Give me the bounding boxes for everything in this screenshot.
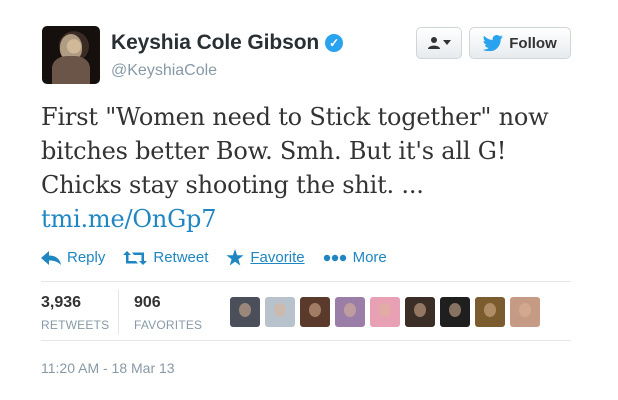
avatar-body-shape bbox=[52, 56, 90, 84]
user-icon bbox=[428, 37, 440, 49]
retweet-label: Retweet bbox=[153, 249, 209, 266]
chevron-down-icon bbox=[443, 40, 451, 45]
favorite-action[interactable]: Favorite bbox=[226, 249, 305, 266]
follow-button[interactable]: Follow bbox=[469, 27, 571, 59]
more-dots-icon bbox=[323, 254, 346, 261]
favorites-count: 906 bbox=[134, 294, 161, 311]
favoriter-avatar[interactable] bbox=[370, 297, 400, 327]
verified-badge-icon: ✓ bbox=[325, 34, 344, 52]
favoriter-avatar[interactable] bbox=[335, 297, 365, 327]
more-label: More bbox=[352, 249, 387, 266]
reply-action[interactable]: Reply bbox=[41, 249, 105, 266]
tweet-link[interactable]: tmi.me/OnGp7 bbox=[41, 202, 581, 236]
reply-icon bbox=[41, 250, 61, 265]
display-name[interactable]: Keyshia Cole Gibson bbox=[111, 31, 319, 55]
more-action[interactable]: More bbox=[323, 249, 387, 266]
follow-label: Follow bbox=[509, 34, 557, 52]
retweets-label: RETWEETS bbox=[41, 318, 110, 332]
profile-avatar[interactable] bbox=[42, 26, 100, 84]
tweet-text: First "Women need to Stick together" now… bbox=[41, 103, 549, 199]
name-row: Keyshia Cole Gibson ✓ bbox=[111, 31, 344, 55]
favoriter-avatar[interactable] bbox=[440, 297, 470, 327]
favoriter-avatar[interactable] bbox=[230, 297, 260, 327]
tweet-actions: Reply Retweet Favorite More bbox=[41, 249, 405, 266]
divider-top bbox=[41, 281, 571, 282]
favoriter-avatar[interactable] bbox=[405, 297, 435, 327]
twitter-bird-icon bbox=[483, 35, 504, 51]
tweet-body: First "Women need to Stick together" now… bbox=[41, 100, 581, 236]
favorites-stat[interactable]: 906 FAVORITES bbox=[134, 294, 202, 332]
favorite-label: Favorite bbox=[250, 249, 305, 266]
reply-label: Reply bbox=[67, 249, 106, 266]
favoriter-avatar[interactable] bbox=[265, 297, 295, 327]
stat-separator bbox=[118, 290, 119, 334]
retweets-stat[interactable]: 3,936 RETWEETS bbox=[41, 294, 109, 332]
favoriter-avatars bbox=[230, 297, 540, 327]
favoriter-avatar[interactable] bbox=[300, 297, 330, 327]
retweet-action[interactable]: Retweet bbox=[123, 249, 208, 266]
user-actions-dropdown[interactable] bbox=[416, 27, 462, 59]
favoriter-avatar[interactable] bbox=[510, 297, 540, 327]
retweets-count: 3,936 bbox=[41, 294, 82, 311]
tweet-timestamp[interactable]: 11:20 AM - 18 Mar 13 bbox=[41, 360, 175, 376]
divider-bottom bbox=[41, 340, 571, 341]
favorites-label: FAVORITES bbox=[134, 318, 203, 332]
star-icon bbox=[226, 249, 244, 266]
favoriter-avatar[interactable] bbox=[475, 297, 505, 327]
user-handle[interactable]: @KeyshiaCole bbox=[111, 62, 217, 80]
retweet-icon bbox=[123, 250, 148, 265]
